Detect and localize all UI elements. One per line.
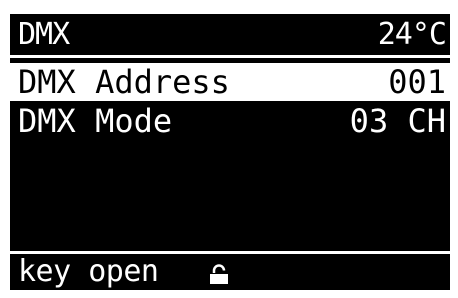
menu-item-dmx-mode[interactable]: DMX Mode 03 CH	[10, 102, 450, 140]
unlocked-lock-icon	[210, 264, 228, 284]
menu-item-label: DMX Address	[18, 63, 230, 101]
header-bar: DMX 24°C	[10, 14, 450, 56]
lcd-display: DMX 24°C DMX Address 001 DMX Mode 03 CH …	[10, 14, 450, 290]
menu-title: DMX	[18, 17, 70, 52]
temperature-readout: 24°C	[377, 17, 447, 52]
status-bar: key open	[10, 254, 450, 290]
menu-item-value: 03 CH	[349, 102, 446, 140]
menu-item-value: 001	[388, 63, 446, 101]
menu-item-label: DMX Mode	[18, 102, 173, 140]
menu-item-dmx-address[interactable]: DMX Address 001	[10, 63, 450, 101]
key-status-text: key open	[18, 254, 159, 289]
header-divider	[10, 55, 450, 58]
